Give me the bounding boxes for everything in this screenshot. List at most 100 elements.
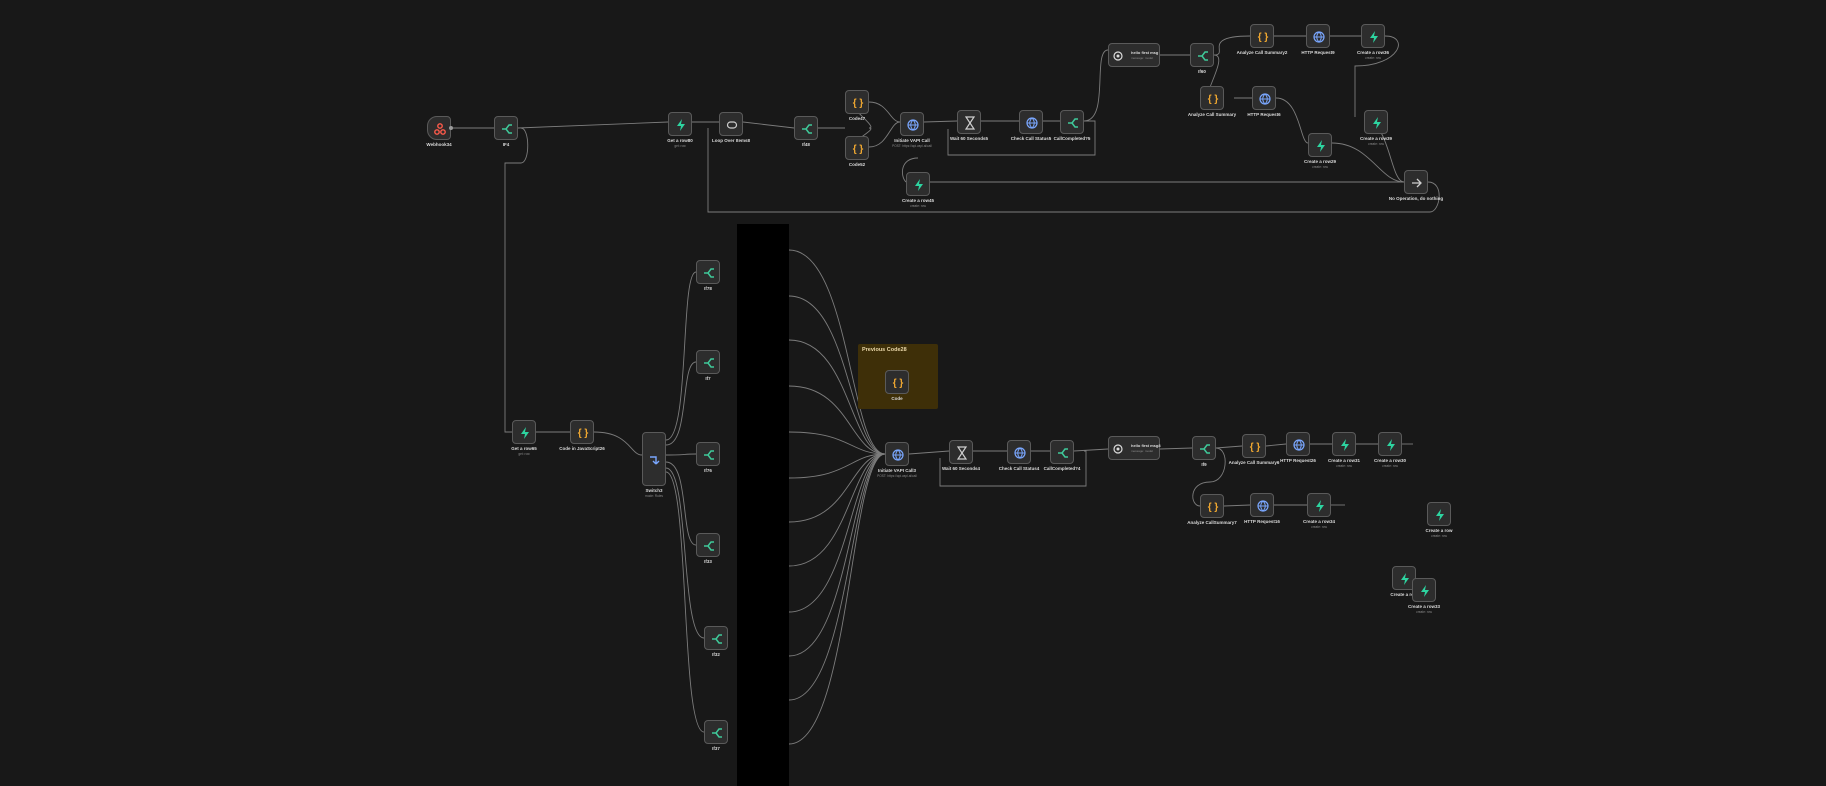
node-if7[interactable]: If7 [696, 350, 720, 381]
node-label: If76 [704, 468, 712, 473]
if-branch-icon [1191, 44, 1215, 68]
workflow-canvas[interactable]: Previous Code28 Webhook34 IF4 Get a row8… [0, 0, 1826, 786]
node-webhook[interactable]: Webhook34 [426, 116, 453, 147]
node-wait-top[interactable]: Wait 60 Seconds5 [950, 110, 988, 141]
node-get-row-bottom[interactable]: Get a row65 get: row [511, 420, 537, 456]
output-port[interactable] [449, 126, 453, 130]
node-label: If48 [802, 142, 810, 147]
node-analyze-summary2[interactable]: { } Analyze Call Summary2 [1237, 24, 1287, 55]
globe-icon [1020, 111, 1044, 135]
node-create-row-top[interactable]: Create a row45 create: row [902, 172, 934, 208]
node-label: Analyze Call Summary [1187, 112, 1237, 117]
node-create-row33[interactable]: Create a row33 create: row [1408, 578, 1440, 614]
node-label: Check Call Status4 [998, 466, 1040, 471]
code-braces-icon: { } [852, 97, 864, 109]
node-create-row36[interactable]: Create a row36 create: row [1357, 24, 1389, 60]
node-subtitle: create: row [1365, 56, 1381, 60]
node-label: HTTP Request9 [1301, 50, 1335, 55]
node-label: No Operation, do nothing [1388, 196, 1444, 201]
node-wait-bottom[interactable]: Wait 60 Seconds4 [942, 440, 980, 471]
node-subtitle: POST: https://api.vapi.ai/call [892, 144, 932, 148]
node-call-completed-bottom[interactable]: CallCompleted?4 [1044, 440, 1080, 471]
node-label: IF4 [502, 142, 510, 147]
node-http-request16[interactable]: HTTP Request16 [1244, 493, 1280, 524]
node-if60[interactable]: If60 [1190, 43, 1215, 74]
node-create-row30[interactable]: Create a row30 create: row [1374, 432, 1406, 468]
node-label: If60 [1198, 69, 1206, 74]
node-if8[interactable]: If78 [696, 260, 720, 291]
node-analyze-summary7[interactable]: { } Analyze CallSummary7 [1187, 494, 1237, 525]
node-subtitle: create: row [1336, 464, 1352, 468]
node-label: Analyze Call Summary6 [1228, 460, 1280, 465]
node-subtitle: get: row [674, 144, 686, 148]
node-label: Create a row [1425, 528, 1453, 533]
code-braces-icon: { } [1249, 441, 1261, 453]
node-subtitle: create: row [910, 204, 926, 208]
node-loop-over-items[interactable]: Loop Over Items8 [712, 112, 750, 143]
code-braces-icon: { } [577, 427, 589, 439]
lightning-icon [907, 173, 931, 197]
node-create-row-a[interactable]: Create a row create: row [1425, 502, 1453, 538]
node-get-row-top[interactable]: Get a row80 get: row [667, 112, 693, 148]
node-call-completed-top[interactable]: CallCompleted?5 [1054, 110, 1090, 141]
if-branch-icon [1193, 437, 1217, 461]
node-create-row29[interactable]: Create a row29 create: row [1304, 133, 1336, 169]
node-label: Create a row31 [1327, 458, 1361, 463]
node-label: Loop Over Items8 [711, 138, 751, 143]
node-if9[interactable]: If9 [1192, 436, 1217, 467]
node-check-status-bottom[interactable]: Check Call Status4 [999, 440, 1039, 471]
node-label: If32 [712, 652, 720, 657]
node-label: Code47 [848, 116, 866, 121]
node-analyze-summary[interactable]: { } Analyze Call Summary [1188, 86, 1236, 117]
node-hello-msg-top[interactable]: hello first msg message: model [1108, 43, 1160, 67]
globe-icon [1253, 87, 1277, 111]
if-branch-icon [697, 534, 721, 558]
node-http-request6[interactable]: HTTP Request6 [1247, 86, 1281, 117]
node-if4[interactable]: If32 [704, 626, 729, 657]
node-http-request9[interactable]: HTTP Request9 [1301, 24, 1335, 55]
node-no-operation[interactable]: No Operation, do nothing [1389, 170, 1443, 201]
node-label: Check Call Status5 [1010, 136, 1052, 141]
node-label: Initiate VAPI Call [894, 138, 930, 143]
node-create-row31[interactable]: Create a row31 create: row [1328, 432, 1360, 468]
node-switch[interactable]: Switch3 mode: Rules [642, 432, 666, 498]
node-label: Analyze Call Summary2 [1236, 50, 1288, 55]
if-branch-icon [1051, 441, 1075, 465]
node-hello-msg-bottom[interactable]: hello first msg8 message: model [1108, 436, 1161, 461]
node-initiate-vapi-top[interactable]: Initiate VAPI Call POST: https://api.vap… [892, 112, 932, 148]
node-initiate-vapi-bottom[interactable]: Initiate VAPI Call3 POST: https://api.va… [877, 442, 917, 478]
lightning-icon [1333, 433, 1357, 457]
globe-icon [1008, 441, 1032, 465]
node-label: Wait 60 Seconds4 [941, 466, 981, 471]
node-check-status-top[interactable]: Check Call Status5 [1011, 110, 1051, 141]
node-if5[interactable]: If33 [696, 533, 721, 564]
globe-icon [1287, 433, 1311, 457]
loop-icon [720, 113, 744, 137]
node-subtitle: create: row [1416, 610, 1432, 614]
node-create-row39[interactable]: Create a row39 create: row [1360, 110, 1392, 146]
lightning-icon [1379, 433, 1403, 457]
node-code-javascript[interactable]: { } Code in JavaScript26 [559, 420, 605, 451]
code-braces-icon: { } [1207, 93, 1219, 105]
node-if-loop[interactable]: If48 [794, 116, 818, 147]
globe-icon [901, 113, 925, 137]
node-label: Wait 60 Seconds5 [949, 136, 989, 141]
node-if3[interactable]: If37 [704, 720, 728, 751]
node-label: Create a row36 [1356, 50, 1390, 55]
node-http-request26[interactable]: HTTP Request26 [1280, 432, 1316, 463]
node-label: Analyze CallSummary7 [1187, 520, 1237, 525]
if-branch-icon [705, 627, 729, 651]
node-if-top[interactable]: IF4 [494, 116, 518, 147]
node-code52[interactable]: { } Code52 [845, 136, 869, 167]
node-label: Create a row29 [1303, 159, 1337, 164]
node-analyze-summary6[interactable]: { } Analyze Call Summary6 [1229, 434, 1279, 465]
node-subtitle: create: row [1312, 165, 1328, 169]
node-code-sticky[interactable]: { } Code [885, 370, 909, 401]
node-code47[interactable]: { } Code47 [845, 90, 869, 121]
code-braces-icon: { } [1207, 501, 1219, 513]
node-create-row34[interactable]: Create a row34 create: row [1303, 493, 1335, 529]
openai-icon [1109, 437, 1127, 461]
openai-icon [1109, 44, 1127, 68]
node-if6[interactable]: If76 [696, 442, 720, 473]
node-label: hello first msg8 [1131, 443, 1161, 448]
